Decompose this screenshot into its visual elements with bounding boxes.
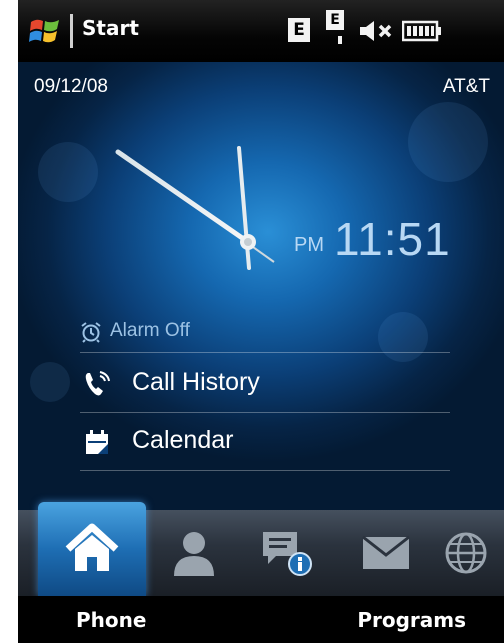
- analog-clock[interactable]: [108, 142, 288, 282]
- ampm-label: PM: [294, 234, 324, 256]
- battery-icon[interactable]: [402, 18, 442, 44]
- status-bar: Start E E: [18, 0, 504, 62]
- softkey-bar: Phone Programs: [18, 596, 504, 643]
- carrier-label: AT&T: [442, 76, 490, 97]
- people-icon: [174, 532, 214, 576]
- tab-mail[interactable]: [338, 510, 434, 596]
- call-history-link[interactable]: Call History: [80, 356, 450, 413]
- date-label: 09/12/08: [34, 76, 108, 97]
- background-bokeh: [38, 142, 98, 202]
- edge-network-icon: E: [288, 18, 310, 42]
- tab-bar: [18, 502, 504, 596]
- call-history-label: Call History: [132, 368, 260, 396]
- home-panel: 09/12/08 AT&T PM 11:51 Alarm Off Call Hi…: [18, 62, 504, 510]
- home-icon: [65, 523, 119, 571]
- start-label[interactable]: Start: [82, 16, 139, 40]
- phone-screen: Start E E 09/12/08 AT&T PM 11:51 Alarm O…: [18, 0, 504, 643]
- start-divider: [70, 14, 73, 48]
- alarm-clock-icon: [81, 322, 101, 343]
- mail-icon: [362, 535, 410, 569]
- messaging-icon: [263, 532, 312, 576]
- signal-indicator: [338, 36, 342, 44]
- programs-softkey[interactable]: Programs: [357, 608, 466, 632]
- tab-people[interactable]: [146, 510, 242, 596]
- tab-messages[interactable]: [240, 510, 336, 596]
- speaker-muted-icon[interactable]: [358, 18, 396, 44]
- digital-time[interactable]: 11:51: [334, 212, 451, 266]
- calendar-link[interactable]: Calendar: [80, 414, 450, 471]
- tab-home[interactable]: [38, 502, 146, 596]
- tab-web[interactable]: [428, 510, 504, 596]
- windows-flag-icon[interactable]: [28, 14, 62, 48]
- edge-data-icon: E: [326, 10, 344, 30]
- calendar-icon: [86, 430, 108, 454]
- phone-call-icon: [85, 371, 110, 396]
- web-globe-icon: [445, 532, 487, 574]
- calendar-label: Calendar: [132, 426, 234, 454]
- alarm-label: Alarm Off: [110, 320, 190, 341]
- background-bokeh: [408, 102, 488, 182]
- alarm-row[interactable]: Alarm Off: [80, 318, 450, 353]
- background-bokeh: [30, 362, 70, 402]
- phone-softkey[interactable]: Phone: [76, 608, 146, 632]
